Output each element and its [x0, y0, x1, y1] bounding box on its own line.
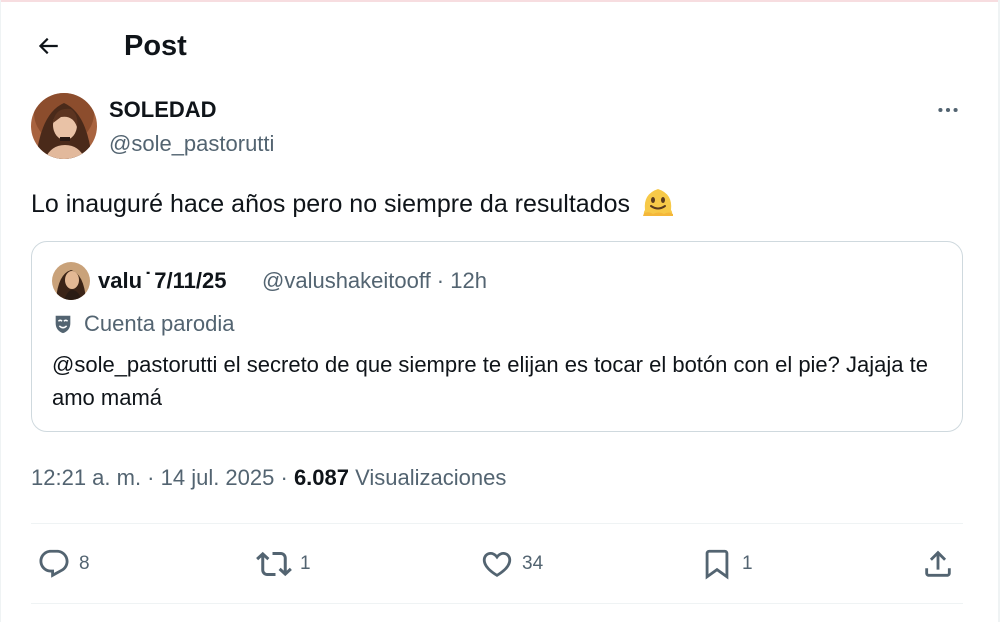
top-accent-bar: [0, 0, 1000, 2]
author-handle[interactable]: @sole_pastorutti: [109, 130, 274, 158]
arrow-left-icon: [38, 37, 58, 55]
author-avatar[interactable]: [31, 93, 97, 159]
page-title: Post: [124, 30, 187, 62]
theater-mask-icon: [55, 315, 71, 334]
post-metadata: 12:21 a. m. · 14 jul. 2025 · 6.087 Visua…: [31, 464, 506, 492]
back-button[interactable]: [30, 28, 66, 64]
repost-button[interactable]: 1: [256, 544, 311, 584]
more-options-button[interactable]: [930, 96, 966, 124]
quoted-author-handle[interactable]: @valushakeitooff · 12h: [262, 267, 487, 295]
quoted-author-avatar[interactable]: [52, 262, 90, 300]
parody-account-label: Cuenta parodia: [52, 310, 234, 338]
views-count: 6.087: [293, 465, 349, 490]
reply-icon: [39, 549, 69, 578]
views-label: Visualizaciones: [355, 465, 507, 490]
bookmark-icon: [705, 549, 729, 580]
like-button[interactable]: 34: [480, 544, 543, 584]
share-icon: [925, 550, 951, 577]
post-datetime[interactable]: 12:21 a. m. · 14 jul. 2025 ·: [31, 465, 294, 490]
parody-label-text: Cuenta parodia: [84, 311, 235, 336]
quoted-post[interactable]: valu ̇ 7/11/25 @valushakeitooff · 12h Cu…: [31, 241, 963, 432]
like-count: 34: [522, 553, 544, 574]
bookmark-count: 1: [742, 553, 753, 574]
divider-bottom: [31, 603, 963, 604]
melting-face-emoji: [641, 184, 675, 227]
bookmark-button[interactable]: 1: [700, 544, 753, 584]
reply-button[interactable]: 8: [37, 544, 90, 584]
share-button[interactable]: [921, 544, 955, 584]
page-header: Post: [0, 18, 1000, 74]
repost-count: 1: [300, 553, 311, 574]
heart-icon: [482, 551, 512, 577]
more-horizontal-icon: [938, 107, 958, 113]
column-border-left: [0, 0, 1, 622]
quoted-author-name[interactable]: valu ̇ 7/11/25: [98, 267, 226, 295]
post-text: Lo inauguré hace años pero no siempre da…: [31, 184, 675, 227]
post-text-content: Lo inauguré hace años pero no siempre da…: [31, 190, 631, 218]
author-name[interactable]: SOLEDAD: [109, 96, 217, 124]
repost-icon: [256, 551, 292, 577]
quoted-post-text: @sole_pastorutti el secreto de que siemp…: [52, 352, 928, 410]
reply-count: 8: [79, 553, 90, 574]
divider-top: [31, 523, 963, 524]
